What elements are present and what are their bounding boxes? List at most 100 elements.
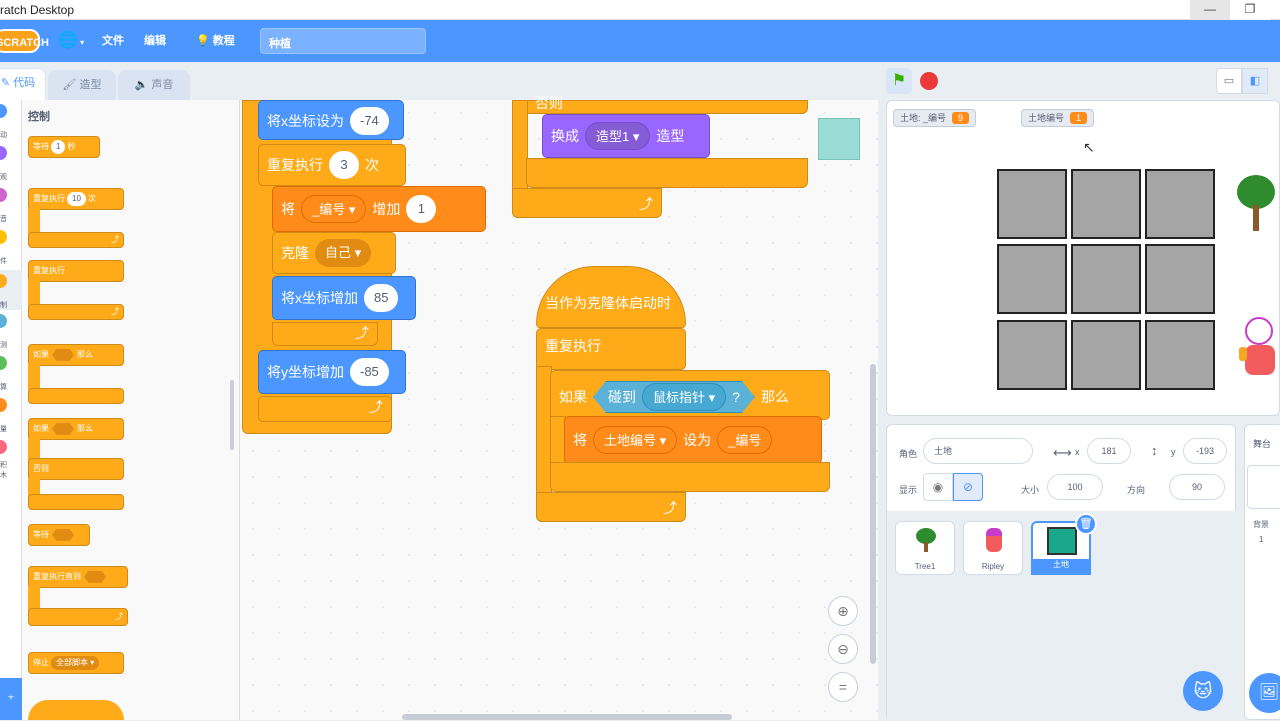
block-bottom: ⤴: [28, 608, 128, 626]
land-tile[interactable]: [1145, 169, 1215, 239]
touching-condition[interactable]: 碰到 鼠标指针 ▾ ?: [593, 381, 755, 413]
land-tile[interactable]: [997, 319, 1067, 390]
repeat-count-input[interactable]: 3: [329, 151, 359, 179]
forever-end: ⤴: [536, 492, 686, 522]
palette-if-block[interactable]: 如果 那么: [28, 344, 124, 406]
ripley-sprite[interactable]: [1239, 307, 1279, 387]
delete-sprite-button[interactable]: 🗑: [1075, 513, 1097, 535]
palette-scrollbar[interactable]: [230, 380, 234, 450]
restore-button[interactable]: ❐: [1230, 0, 1270, 20]
change-y-input[interactable]: -85: [350, 358, 389, 386]
land-tile[interactable]: [997, 169, 1067, 239]
small-stage-button[interactable]: ▭: [1216, 68, 1242, 94]
file-menu[interactable]: 文件: [102, 20, 124, 62]
block-label: 将x坐标设为: [267, 113, 344, 129]
direction-input[interactable]: 90: [1169, 474, 1225, 500]
palette-if-else-block[interactable]: 如果 那么 否则: [28, 418, 124, 514]
y-input[interactable]: -193: [1183, 438, 1227, 464]
variable-monitor-1[interactable]: 土地: _编号 9: [893, 109, 977, 127]
clone-block[interactable]: 克隆 自己 ▾: [272, 232, 396, 274]
editor-tabs: ✎ 代码 🖌 造型 🔈 声音: [0, 62, 240, 101]
hide-sprite-button[interactable]: ⊘: [953, 473, 983, 501]
costume-dropdown[interactable]: 造型1 ▾: [585, 122, 651, 150]
minimize-button[interactable]: —: [1190, 0, 1230, 20]
sprite-name-input[interactable]: 土地: [923, 438, 1033, 464]
script-3[interactable]: 当作为克隆体启动时 重复执行 如果 碰到 鼠标指针 ▾ ? 那么 将土地编号 ▾…: [536, 266, 832, 522]
variable-monitor-2[interactable]: 土地编号 1: [1021, 109, 1095, 127]
tutorials-menu[interactable]: 💡 教程: [196, 20, 235, 62]
backdrops-count: 1: [1259, 535, 1264, 544]
set-value-reporter[interactable]: _编号: [717, 426, 773, 454]
language-menu[interactable]: 🌐 ▾: [58, 20, 84, 62]
land-tile[interactable]: [1071, 244, 1141, 315]
change-y-block[interactable]: 将y坐标增加 -85: [258, 350, 406, 394]
zoom-in-button[interactable]: ⊕: [828, 596, 858, 626]
choose-backdrop-button[interactable]: 🖼: [1249, 673, 1280, 713]
palette-forever-block[interactable]: 重复执行 ⤴: [28, 260, 124, 324]
category-control[interactable]: 制: [0, 270, 22, 310]
land-tile[interactable]: [1071, 319, 1141, 390]
zoom-reset-button[interactable]: =: [828, 672, 858, 702]
change-x-block[interactable]: 将x坐标增加 85: [272, 276, 416, 320]
large-stage-button[interactable]: ◧: [1242, 68, 1268, 94]
switch-costume-block[interactable]: 换成 造型1 ▾ 造型: [542, 114, 710, 158]
vertical-scrollbar[interactable]: [870, 364, 876, 664]
zoom-out-button[interactable]: ⊖: [828, 634, 858, 664]
tree-sprite[interactable]: [1237, 175, 1277, 235]
edit-menu[interactable]: 编辑: [144, 20, 166, 62]
hat-label-row: 当作为克隆体启动时: [537, 293, 679, 313]
ripley-arm: [1239, 347, 1247, 361]
script-2[interactable]: 否则 换成 造型1 ▾ 造型 ⤴: [512, 95, 808, 220]
project-title-input[interactable]: 种植: [260, 28, 426, 54]
x-input[interactable]: 181: [1087, 438, 1131, 464]
palette-repeat-until-block[interactable]: 重复执行直到 ⤴: [28, 566, 128, 630]
stage[interactable]: 土地: _编号 9 土地编号 1 ↖: [886, 100, 1280, 416]
choose-sprite-button[interactable]: 🐱: [1183, 671, 1223, 711]
show-sprite-button[interactable]: ◉: [923, 473, 953, 501]
palette-stop-block[interactable]: 停止 全部脚本 ▾: [28, 652, 124, 674]
variable-dropdown[interactable]: 土地编号 ▾: [593, 426, 678, 454]
set-x-block[interactable]: 将x坐标设为 -74: [258, 100, 404, 140]
tab-sounds[interactable]: 🔈 声音: [118, 70, 190, 100]
if-block[interactable]: 如果 碰到 鼠标指针 ▾ ? 那么: [550, 370, 830, 420]
size-input[interactable]: 100: [1047, 474, 1103, 500]
change-amount-input[interactable]: 1: [406, 195, 437, 223]
land-tile[interactable]: [1145, 244, 1215, 315]
palette-hat-block[interactable]: [28, 700, 124, 720]
change-var-block[interactable]: 将 _编号 ▾ 增加 1: [272, 186, 486, 232]
change-x-input[interactable]: 85: [364, 284, 399, 312]
palette-wait-block[interactable]: 等待 1 秒: [28, 136, 100, 158]
block-arm: [28, 364, 40, 390]
when-clone-starts-hat[interactable]: 当作为克隆体启动时: [536, 266, 686, 328]
green-flag-button[interactable]: ⚑: [886, 68, 912, 94]
block-label: 将: [573, 432, 587, 448]
repeat-block[interactable]: 重复执行 3 次: [258, 144, 406, 186]
set-x-input[interactable]: -74: [350, 107, 389, 135]
palette-wait-until-block[interactable]: 等待: [28, 524, 90, 546]
script-area[interactable]: 将x坐标设为 -74 重复执行 3 次 将 _编号 ▾ 增加 1 克隆 自己 ▾ 将x坐标增加…: [240, 95, 878, 720]
variable-dropdown[interactable]: _编号 ▾: [301, 195, 367, 223]
add-extension-button[interactable]: ⁺: [0, 678, 22, 720]
stop-button[interactable]: [920, 72, 938, 90]
horizontal-scrollbar[interactable]: [402, 714, 732, 720]
block-label: ?: [732, 389, 740, 405]
tab-costumes[interactable]: 🖌 造型: [48, 70, 116, 100]
set-var-block[interactable]: 将土地编号 ▾ 设为 _编号: [564, 416, 822, 464]
script-1[interactable]: 将x坐标设为 -74 重复执行 3 次 将 _编号 ▾ 增加 1 克隆 自己 ▾ 将x坐标增加…: [242, 100, 486, 434]
dropdown-value: 鼠标指针: [653, 390, 706, 405]
forever-block[interactable]: 重复执行: [536, 328, 686, 370]
sprite-thumb-ripley[interactable]: Ripley: [963, 521, 1023, 575]
stage-target-panel[interactable]: 舞台 背景 1 🖼: [1244, 424, 1280, 720]
palette-repeat-block[interactable]: 重复执行 10 次 ⤴: [28, 188, 124, 252]
clone-target-dropdown[interactable]: 自己 ▾: [315, 239, 372, 267]
tab-code[interactable]: ✎ 代码: [0, 68, 46, 101]
stage-thumbnail[interactable]: [1247, 465, 1280, 509]
sprite-thumb-tree1[interactable]: Tree1: [895, 521, 955, 575]
cat-icon: 🐱: [1193, 681, 1213, 701]
land-tile[interactable]: [997, 244, 1067, 315]
land-tile[interactable]: [1145, 319, 1215, 390]
land-tile[interactable]: [1071, 169, 1141, 239]
block-bottom: [28, 494, 124, 510]
touching-dropdown[interactable]: 鼠标指针 ▾: [642, 383, 727, 411]
scratch-logo[interactable]: SCRATCH: [0, 29, 49, 53]
